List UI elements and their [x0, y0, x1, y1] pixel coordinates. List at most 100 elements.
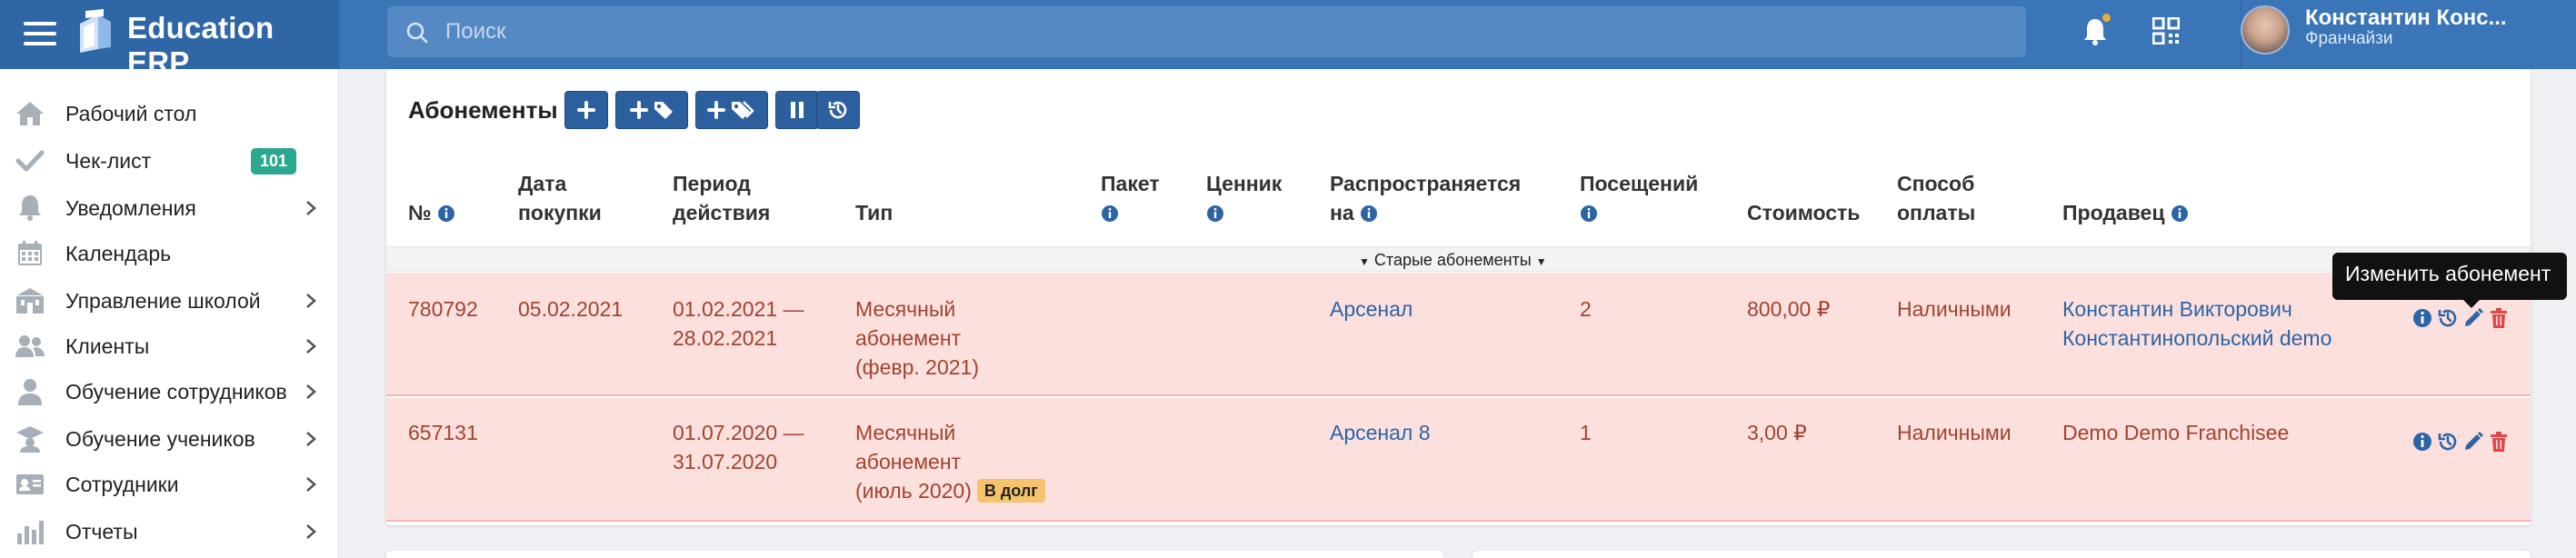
old-subscriptions-group-bar: ▼ Старые абонементы ▼	[386, 246, 2531, 272]
column-header-visits: Посещений	[1580, 169, 1698, 227]
history-button[interactable]	[816, 91, 860, 129]
school-icon	[16, 288, 44, 314]
bell-icon	[19, 195, 41, 221]
cell-seller-link[interactable]: Константин Викторович Константинопольский…	[2062, 294, 2331, 353]
column-header-type: Тип	[855, 201, 894, 224]
cell-period: 01.02.2021 —28.02.2021	[673, 297, 804, 350]
column-header-period: Период действия	[673, 172, 771, 224]
cell-type: Месячный абонемент (июль 2020) В долг	[855, 418, 1045, 505]
sidebar-item-label: Сотрудники	[65, 472, 179, 496]
search-bar[interactable]	[387, 6, 2026, 57]
qr-code-icon[interactable]	[2152, 17, 2180, 45]
info-icon[interactable]	[2171, 204, 2189, 223]
table-row[interactable]: 657131 01.07.2020 —31.07.2020 Месячный аб…	[386, 398, 2531, 522]
sidebar-item-label: Управление школой	[65, 288, 261, 313]
cell-number: 657131	[408, 421, 478, 444]
column-header-pricelist: Ценник	[1206, 169, 1282, 227]
avatar[interactable]	[2241, 5, 2290, 55]
column-header-number: №	[408, 198, 455, 227]
calendar-icon	[18, 241, 42, 265]
column-header-cost: Стоимость	[1747, 201, 1861, 224]
edit-pencil-icon[interactable]	[2462, 431, 2484, 453]
column-header-seller: Продавец	[2062, 198, 2189, 227]
plus-icon	[577, 101, 595, 119]
info-icon[interactable]	[1206, 204, 1224, 223]
bottom-card-left	[386, 551, 1443, 558]
sidebar-item-clients[interactable]: Клиенты	[0, 324, 339, 369]
cell-seller: Demo Demo Franchisee	[2062, 421, 2290, 444]
menu-toggle-icon[interactable]	[24, 20, 56, 47]
sidebar: Рабочий стол Чек-лист 101 Уведомления Ка…	[0, 69, 339, 558]
info-icon[interactable]	[437, 204, 455, 223]
cell-applies-to-link[interactable]: Арсенал	[1330, 294, 1413, 324]
sidebar-item-label: Обучение учеников	[65, 426, 255, 451]
sidebar-item-calendar[interactable]: Календарь	[0, 231, 339, 276]
cell-payment: Наличными	[1897, 297, 2012, 321]
chevron-right-icon	[306, 432, 316, 446]
sidebar-item-employees[interactable]: Сотрудники	[0, 462, 339, 507]
cell-cost: 3,00 ₽	[1747, 421, 1807, 444]
plus-icon	[630, 101, 648, 119]
edit-tooltip-text: Изменить абонемент	[2345, 262, 2551, 285]
id-card-icon	[16, 474, 44, 494]
brand-area: Education ERP	[0, 0, 339, 79]
cell-period: 01.07.2020 —31.07.2020	[673, 421, 804, 473]
history-icon[interactable]	[2437, 431, 2459, 453]
search-input[interactable]	[445, 14, 1991, 50]
cell-type: Месячный абонемент (февр. 2021)	[855, 297, 979, 379]
column-header-package: Пакет	[1101, 169, 1160, 227]
old-subscriptions-toggle[interactable]: ▼ Старые абонементы ▼	[1359, 251, 1547, 270]
cell-cost: 800,00 ₽	[1747, 297, 1831, 321]
edit-pencil-icon[interactable]	[2462, 307, 2484, 329]
app-logo-icon	[80, 9, 111, 53]
cell-applies-to-link[interactable]: Арсенал 8	[1330, 418, 1431, 447]
chart-icon	[17, 521, 44, 544]
sidebar-item-label: Чек-лист	[65, 148, 152, 173]
sidebar-item-reports[interactable]: Отчеты	[0, 509, 339, 554]
sidebar-item-checklist[interactable]: Чек-лист 101	[0, 138, 339, 184]
info-icon[interactable]	[1101, 204, 1119, 223]
user-role: Франчайзи	[2305, 29, 2393, 48]
chevron-right-icon	[306, 339, 316, 354]
sidebar-item-school-management[interactable]: Управление школой	[0, 278, 339, 324]
info-icon[interactable]	[1580, 204, 1598, 223]
tags-icon	[732, 101, 754, 119]
cell-visits: 2	[1580, 297, 1592, 321]
add-with-tag-button[interactable]	[615, 91, 688, 129]
column-header-payment-method: Способ оплаты	[1897, 172, 1976, 224]
search-icon	[406, 22, 428, 44]
home-icon	[16, 102, 44, 125]
pause-button[interactable]	[775, 91, 819, 129]
sidebar-item-dashboard[interactable]: Рабочий стол	[0, 91, 339, 136]
cell-number: 780792	[408, 297, 478, 321]
info-icon[interactable]	[2411, 307, 2433, 329]
sidebar-item-notifications[interactable]: Уведомления	[0, 185, 339, 231]
info-icon[interactable]	[2411, 431, 2433, 453]
sidebar-item-staff-training[interactable]: Обучение сотрудников	[0, 369, 339, 414]
user-name[interactable]: Константин Конс...	[2305, 5, 2507, 31]
column-header-purchase-date: Дата покупки	[518, 172, 602, 224]
history-icon	[828, 101, 847, 119]
chevron-right-icon	[306, 524, 316, 539]
add-subscription-button[interactable]	[564, 91, 608, 129]
chevron-right-icon	[306, 477, 316, 492]
tooltip-arrow	[2463, 300, 2480, 308]
sidebar-item-label: Клиенты	[65, 334, 150, 358]
sidebar-item-student-training[interactable]: Обучение учеников	[0, 416, 339, 462]
info-icon[interactable]	[1360, 204, 1378, 223]
graduation-icon	[16, 426, 44, 453]
teacher-icon	[18, 379, 42, 405]
top-bar: Education ERP Константин Конс... Франчай…	[0, 0, 2576, 79]
delete-trash-icon[interactable]	[2488, 431, 2510, 453]
users-icon	[15, 335, 45, 357]
tag-icon	[654, 102, 673, 119]
add-with-tags-button[interactable]	[695, 91, 768, 129]
history-icon[interactable]	[2437, 307, 2459, 329]
table-row[interactable]: 780792 05.02.2021 01.02.2021 —28.02.2021…	[386, 273, 2531, 396]
section-title: Абонементы	[408, 96, 558, 124]
cell-payment: Наличными	[1897, 421, 2012, 444]
cell-visits: 1	[1580, 421, 1592, 444]
delete-trash-icon[interactable]	[2488, 307, 2510, 329]
notification-dot	[2102, 14, 2111, 22]
sidebar-item-label: Обучение сотрудников	[65, 379, 287, 404]
